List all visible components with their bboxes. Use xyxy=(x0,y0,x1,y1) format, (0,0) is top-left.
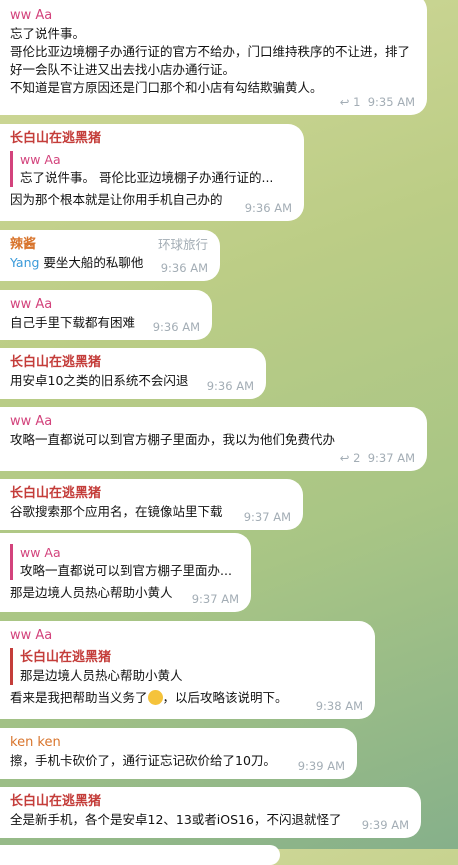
message: 长白山在逃黑猪 全是新手机，各个是安卓12、13或者iOS16，不闪退就怪了 9… xyxy=(0,787,421,838)
message-text: 看来是我把帮助当义务了 ，以后攻略该说明下。 xyxy=(10,690,288,705)
mention-link[interactable]: Yang xyxy=(10,255,39,270)
sender-name[interactable]: 长白山在逃黑猪 xyxy=(10,353,254,372)
message: 长白山在逃黑猪 ww Aa 忘了说件事。 哥伦比亚边境棚子办通行证的... 因为那… xyxy=(0,124,304,221)
message: 辣酱 环球旅行 Yang 要坐大船的私聊他 9:36 AM xyxy=(0,230,220,281)
message: ww Aa 攻略一直都说可以到官方棚子里面办，我以为他们免费代办 ↩ 2 9:3… xyxy=(0,407,427,471)
message-text: 全是新手机，各个是安卓12、13或者iOS16，不闪退就怪了 xyxy=(10,812,342,827)
sender-name[interactable]: ww Aa xyxy=(10,295,200,314)
reply-quote[interactable]: ww Aa 攻略一直都说可以到官方棚子里面办... xyxy=(10,544,239,580)
sender-name[interactable]: 长白山在逃黑猪 xyxy=(10,792,409,811)
sender-name[interactable]: ww Aa xyxy=(10,6,415,25)
timestamp: 9:35 AM xyxy=(367,95,415,109)
sender-name[interactable]: ken ken xyxy=(10,733,345,752)
reply-count[interactable]: 1 xyxy=(353,95,360,109)
timestamp: 9:36 AM xyxy=(206,379,254,393)
timestamp: 9:37 AM xyxy=(367,451,415,465)
reply-count[interactable]: 2 xyxy=(353,451,360,465)
timestamp: 9:39 AM xyxy=(297,759,345,773)
message: ww Aa 自己手里下载都有困难 9:36 AM xyxy=(0,290,212,340)
timestamp: 9:38 AM xyxy=(315,699,363,713)
timestamp: 9:39 AM xyxy=(361,818,409,832)
message: 长白山在逃黑猪 谷歌搜索那个应用名，在镜像站里下载 9:37 AM xyxy=(0,479,303,530)
message: ww Aa 长白山在逃黑猪 那是边境人员热心帮助小黄人 看来是我把帮助当义务了 ，以… xyxy=(0,621,375,719)
reply-icon[interactable]: ↩ xyxy=(340,451,350,465)
sender-name[interactable]: ww Aa xyxy=(10,412,415,431)
timestamp: 9:36 AM xyxy=(152,320,200,334)
timestamp: 9:37 AM xyxy=(243,510,291,524)
member-tag: 环球旅行 xyxy=(157,237,208,252)
crying-face-icon xyxy=(147,690,163,705)
sender-name[interactable]: 长白山在逃黑猪 xyxy=(10,129,292,148)
message-text: 攻略一直都说可以到官方棚子里面办，我以为他们免费代办 xyxy=(10,432,336,447)
reply-quote[interactable]: ww Aa 忘了说件事。 哥伦比亚边境棚子办通行证的... xyxy=(10,151,292,187)
message: ww Aa 攻略一直都说可以到官方棚子里面办... 那是边境人员热心帮助小黄人 9… xyxy=(0,533,251,612)
timestamp: 9:36 AM xyxy=(160,261,208,275)
timestamp: 9:37 AM xyxy=(191,592,239,606)
sender-name[interactable]: ww Aa xyxy=(10,626,363,645)
message-partial xyxy=(0,845,280,865)
reply-icon[interactable]: ↩ xyxy=(340,95,350,109)
message-text: 忘了说件事。 哥伦比亚边境棚子办通行证的官方不给办，门口维持秩序的不让进，排了好一… xyxy=(10,26,411,95)
message: ww Aa 忘了说件事。 哥伦比亚边境棚子办通行证的官方不给办，门口维持秩序的不让… xyxy=(0,0,427,115)
reply-quote[interactable]: 长白山在逃黑猪 那是边境人员热心帮助小黄人 xyxy=(10,648,363,685)
message: ken ken 擦，手机卡砍价了，通行证忘记砍价给了10刀。 9:39 AM xyxy=(0,728,357,779)
message-text: 擦，手机卡砍价了，通行证忘记砍价给了10刀。 xyxy=(10,753,276,768)
message: 长白山在逃黑猪 用安卓10之类的旧系统不会闪退 9:36 AM xyxy=(0,348,266,399)
sender-name[interactable]: 长白山在逃黑猪 xyxy=(10,484,291,503)
timestamp: 9:36 AM xyxy=(244,201,292,215)
